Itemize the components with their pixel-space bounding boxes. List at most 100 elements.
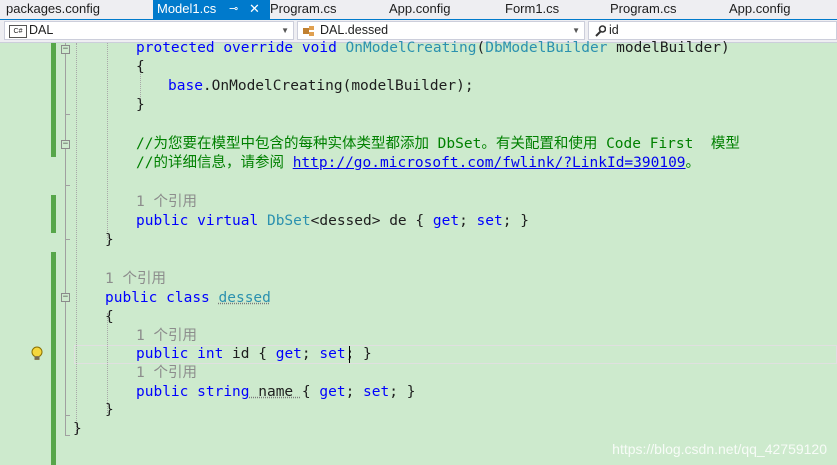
code-text: modelBuilder) bbox=[607, 40, 730, 56]
code-line[interactable]: } bbox=[136, 96, 145, 115]
type-dropdown-label: DAL.dessed bbox=[320, 23, 389, 37]
change-indicator bbox=[51, 252, 56, 465]
change-indicator bbox=[51, 43, 56, 157]
code-line[interactable]: { bbox=[105, 308, 114, 327]
code-line[interactable]: public class dessed bbox=[105, 289, 271, 308]
keyword: get bbox=[275, 346, 302, 362]
codelens-references[interactable]: 1 个引用 bbox=[136, 327, 197, 346]
tab-app-config[interactable]: App.config bbox=[389, 0, 450, 19]
generic-arg: <dessed> bbox=[310, 213, 381, 229]
keyword: public bbox=[136, 384, 189, 400]
code-text: ; } bbox=[502, 213, 529, 229]
tab-model1-cs[interactable]: Model1.cs ⊸ ✕ bbox=[153, 0, 270, 19]
code-line[interactable]: //的详细信息，请参阅 http://go.microsoft.com/fwli… bbox=[136, 154, 700, 173]
keyword: set bbox=[476, 213, 503, 229]
collapse-icon[interactable]: − bbox=[61, 45, 70, 54]
code-line[interactable]: public string name { get; set; } bbox=[136, 383, 415, 402]
project-dropdown-label: DAL bbox=[29, 23, 54, 37]
outline-line bbox=[65, 239, 66, 293]
codelens-label: 1 个引用 bbox=[105, 271, 166, 287]
keyword: public bbox=[105, 290, 158, 306]
class-icon bbox=[303, 26, 314, 36]
document-tab-strip: packages.config Model1.cs ⊸ ✕ Program.cs… bbox=[0, 0, 837, 20]
codelens-references[interactable]: 1 个引用 bbox=[136, 193, 197, 212]
indent-guide bbox=[76, 43, 77, 433]
code-line[interactable]: base.OnModelCreating(modelBuilder); bbox=[168, 77, 474, 96]
keyword: set bbox=[319, 346, 346, 362]
member-dropdown[interactable]: id bbox=[588, 21, 837, 40]
type-name: DbModelBuilder bbox=[485, 40, 608, 56]
close-icon[interactable]: ✕ bbox=[249, 0, 260, 18]
tab-packages-config[interactable]: packages.config bbox=[6, 0, 100, 19]
code-text: ; bbox=[345, 384, 364, 400]
code-text: .OnModelCreating(modelBuilder); bbox=[202, 78, 474, 94]
code-line[interactable]: } bbox=[105, 231, 114, 250]
property-name: name bbox=[249, 384, 302, 400]
tab-form1-cs[interactable]: Form1.cs bbox=[505, 0, 559, 19]
outline-line bbox=[65, 415, 66, 435]
keyword: override bbox=[223, 40, 294, 56]
glyph-margin bbox=[0, 43, 28, 465]
chevron-down-icon: ▼ bbox=[281, 26, 289, 35]
tab-label: packages.config bbox=[6, 1, 100, 16]
code-text: ; } bbox=[389, 384, 416, 400]
method-name: OnModelCreating bbox=[345, 40, 477, 56]
change-indicator bbox=[51, 195, 56, 233]
tab-label: Program.cs bbox=[610, 1, 677, 16]
watermark: https://blog.csdn.net/qq_42759120 bbox=[612, 441, 827, 457]
text-caret bbox=[349, 346, 350, 363]
codelens-references[interactable]: 1 个引用 bbox=[136, 364, 197, 383]
chevron-down-icon: ▼ bbox=[572, 26, 580, 35]
tab-app-config-2[interactable]: App.config bbox=[729, 0, 790, 19]
property-name: de bbox=[380, 213, 416, 229]
outline-line bbox=[65, 54, 66, 114]
code-line[interactable]: protected override void OnModelCreating(… bbox=[136, 39, 730, 58]
pin-icon[interactable]: ⊸ bbox=[229, 0, 238, 18]
collapse-icon[interactable]: − bbox=[61, 140, 70, 149]
keyword: get bbox=[319, 384, 346, 400]
keyword: virtual bbox=[197, 213, 259, 229]
codelens-references[interactable]: 1 个引用 bbox=[105, 270, 166, 289]
comment: //的详细信息，请参阅 bbox=[136, 155, 293, 171]
code-line[interactable]: public virtual DbSet<dessed> de { get; s… bbox=[136, 212, 529, 231]
lightbulb-icon[interactable] bbox=[30, 346, 44, 362]
tab-program-cs-2[interactable]: Program.cs bbox=[610, 0, 676, 19]
close-brace: } bbox=[105, 232, 114, 248]
code-line[interactable]: } bbox=[73, 420, 82, 439]
tab-label: Model1.cs bbox=[157, 1, 217, 16]
close-brace: } bbox=[73, 421, 82, 437]
code-text: { bbox=[301, 384, 320, 400]
open-brace: { bbox=[136, 59, 145, 75]
comment-link[interactable]: http://go.microsoft.com/fwlink/?LinkId=3… bbox=[293, 155, 686, 171]
code-line[interactable]: { bbox=[136, 58, 145, 77]
tab-program-cs[interactable]: Program.cs bbox=[270, 0, 336, 19]
code-text: ; bbox=[459, 213, 477, 229]
type-name: dessed bbox=[218, 290, 271, 306]
close-brace: } bbox=[105, 402, 114, 418]
indent-guide bbox=[107, 43, 108, 240]
code-text: ; bbox=[301, 346, 320, 362]
wrench-property-icon bbox=[595, 25, 606, 37]
open-brace: { bbox=[105, 309, 114, 325]
codelens-label: 1 个引用 bbox=[136, 194, 197, 210]
outline-line bbox=[65, 114, 66, 140]
keyword: string bbox=[197, 384, 250, 400]
close-brace: } bbox=[136, 97, 145, 113]
keyword: base bbox=[168, 78, 203, 94]
outline-end bbox=[65, 435, 70, 436]
keyword: class bbox=[166, 290, 210, 306]
code-editor[interactable]: − − − protected override void OnModelCre… bbox=[0, 40, 837, 465]
member-dropdown-label: id bbox=[609, 23, 619, 37]
comment: 。 bbox=[685, 155, 701, 171]
code-line[interactable]: } bbox=[105, 401, 114, 420]
code-line[interactable]: //为您要在模型中包含的每种实体类型都添加 DbSet。有关配置和使用 Code… bbox=[136, 135, 740, 154]
keyword: int bbox=[197, 346, 224, 362]
outline-end bbox=[65, 185, 70, 186]
type-dropdown[interactable]: DAL.dessed ▼ bbox=[297, 21, 585, 40]
codelens-label: 1 个引用 bbox=[136, 328, 197, 344]
collapse-icon[interactable]: − bbox=[61, 293, 70, 302]
project-dropdown[interactable]: C# DAL ▼ bbox=[4, 21, 294, 40]
code-line[interactable]: public int id { get; set; } bbox=[136, 345, 372, 364]
code-text: { bbox=[415, 213, 433, 229]
csharp-project-icon: C# bbox=[9, 25, 27, 38]
